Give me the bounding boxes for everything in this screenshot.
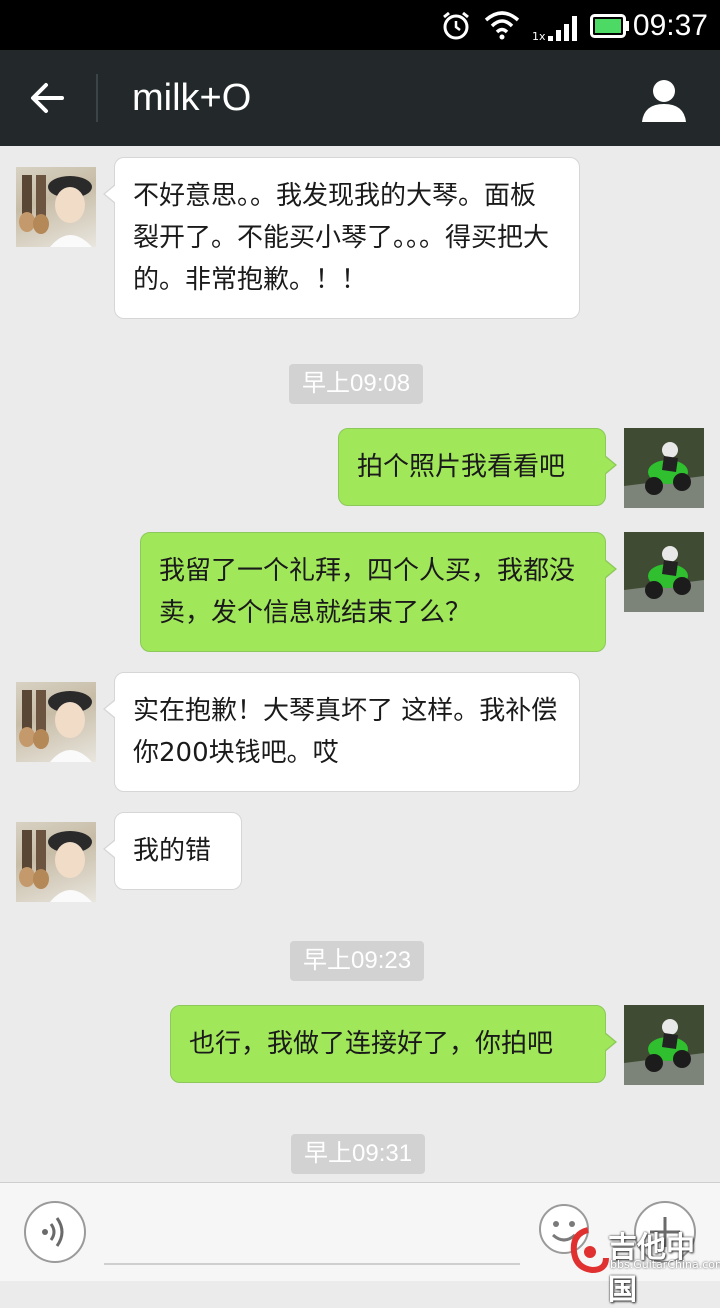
back-arrow-icon[interactable] bbox=[26, 76, 70, 120]
chat-area[interactable]: 不好意思。。我发现我的大琴。面板裂开了。不能买小琴了。。。得买把大的。非常抱歉。… bbox=[0, 146, 720, 1182]
my-avatar[interactable] bbox=[624, 428, 704, 508]
message-timestamp: 早上09:31 bbox=[291, 1134, 426, 1174]
friend-avatar[interactable] bbox=[16, 167, 96, 247]
friend-avatar[interactable] bbox=[16, 822, 96, 902]
alarm-icon bbox=[443, 11, 469, 40]
voice-icon bbox=[42, 1217, 64, 1247]
message-bubble-incoming[interactable]: 实在抱歉！大琴真坏了 这样。我补偿你200块钱吧。哎 bbox=[103, 672, 580, 792]
signal-type-label: 1x bbox=[532, 30, 546, 43]
message-input[interactable] bbox=[104, 1203, 520, 1265]
signal-icon bbox=[548, 16, 577, 41]
my-avatar[interactable] bbox=[624, 532, 704, 612]
message-bubble-outgoing[interactable]: 我留了一个礼拜，四个人买，我都没卖，发个信息就结束了么？ bbox=[140, 532, 617, 652]
chat-title: milk+O bbox=[132, 77, 252, 119]
message-bubble-outgoing[interactable]: 也行，我做了连接好了，你拍吧 bbox=[170, 1005, 617, 1083]
voice-button[interactable] bbox=[24, 1201, 86, 1263]
message-bubble-incoming[interactable]: 我的错 bbox=[103, 812, 242, 890]
message-timestamp: 早上09:23 bbox=[290, 941, 425, 981]
message-bubble-incoming[interactable]: 不好意思。。我发现我的大琴。面板裂开了。不能买小琴了。。。得买把大的。非常抱歉。… bbox=[103, 157, 580, 319]
friend-avatar[interactable] bbox=[16, 682, 96, 762]
status-bar: 1x 09:37 bbox=[0, 0, 720, 50]
status-time: 09:37 bbox=[632, 9, 708, 42]
chat-header: milk+O bbox=[0, 50, 720, 146]
battery-icon bbox=[590, 14, 629, 38]
wifi-icon bbox=[484, 11, 520, 40]
watermark-url: bbs.GuitarChina.com bbox=[610, 1258, 720, 1271]
header-divider bbox=[96, 74, 98, 122]
message-timestamp: 早上09:08 bbox=[289, 364, 424, 404]
guitar-logo-icon bbox=[570, 1227, 609, 1274]
my-avatar[interactable] bbox=[624, 1005, 704, 1085]
profile-icon[interactable] bbox=[640, 76, 688, 124]
message-bubble-outgoing[interactable]: 拍个照片我看看吧 bbox=[338, 428, 617, 506]
watermark-logo: 吉他中国 bbs.GuitarChina.com bbox=[566, 1224, 720, 1306]
